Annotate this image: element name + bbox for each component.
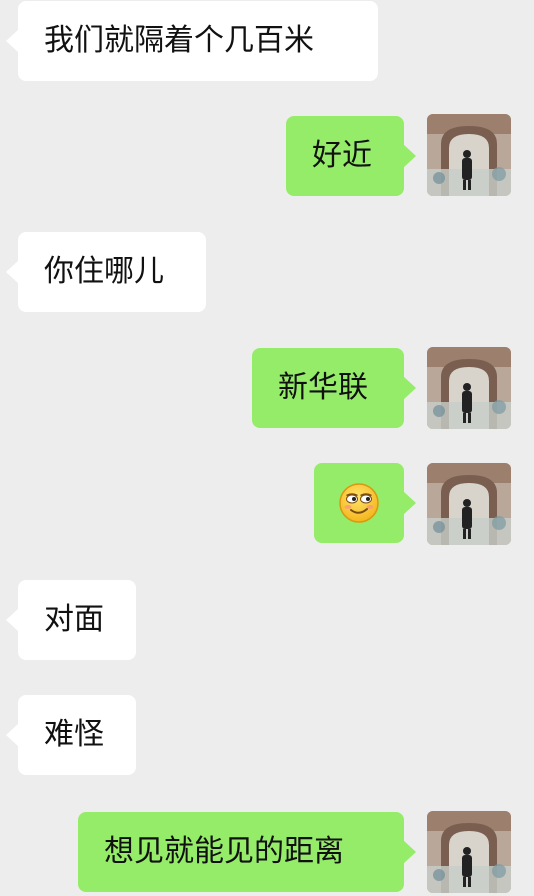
message-text: 好近 xyxy=(312,138,372,173)
outgoing-message-bubble[interactable]: 想见就能见的距离 xyxy=(78,812,416,892)
message-text: 对面 xyxy=(44,602,104,637)
user-avatar[interactable] xyxy=(427,463,511,545)
message-text: 难怪 xyxy=(44,717,104,752)
incoming-message-bubble[interactable]: 对面 xyxy=(6,580,136,660)
message-text: 我们就隔着个几百米 xyxy=(44,23,314,58)
user-avatar[interactable] xyxy=(427,347,511,429)
chat-thread: 我们就隔着个几百米 好近 你住哪儿 新华联 对面 难怪 想见就能见的距离 xyxy=(0,0,534,896)
outgoing-message-bubble[interactable]: 新华联 xyxy=(252,348,416,428)
avatar-photo-icon xyxy=(427,114,511,196)
avatar-photo-icon xyxy=(427,347,511,429)
incoming-message-bubble[interactable]: 我们就隔着个几百米 xyxy=(6,1,378,81)
message-text: 想见就能见的距离 xyxy=(104,834,344,869)
incoming-message-bubble[interactable]: 难怪 xyxy=(6,695,136,775)
message-text: 新华联 xyxy=(278,370,368,405)
outgoing-message-bubble[interactable] xyxy=(314,463,416,543)
avatar-photo-icon xyxy=(427,463,511,545)
outgoing-message-bubble[interactable]: 好近 xyxy=(286,116,416,196)
avatar-photo-icon xyxy=(427,811,511,893)
incoming-message-bubble[interactable]: 你住哪儿 xyxy=(6,232,206,312)
smirk-emoji-icon xyxy=(339,483,379,523)
user-avatar[interactable] xyxy=(427,114,511,196)
user-avatar[interactable] xyxy=(427,811,511,893)
message-text: 你住哪儿 xyxy=(44,254,164,289)
